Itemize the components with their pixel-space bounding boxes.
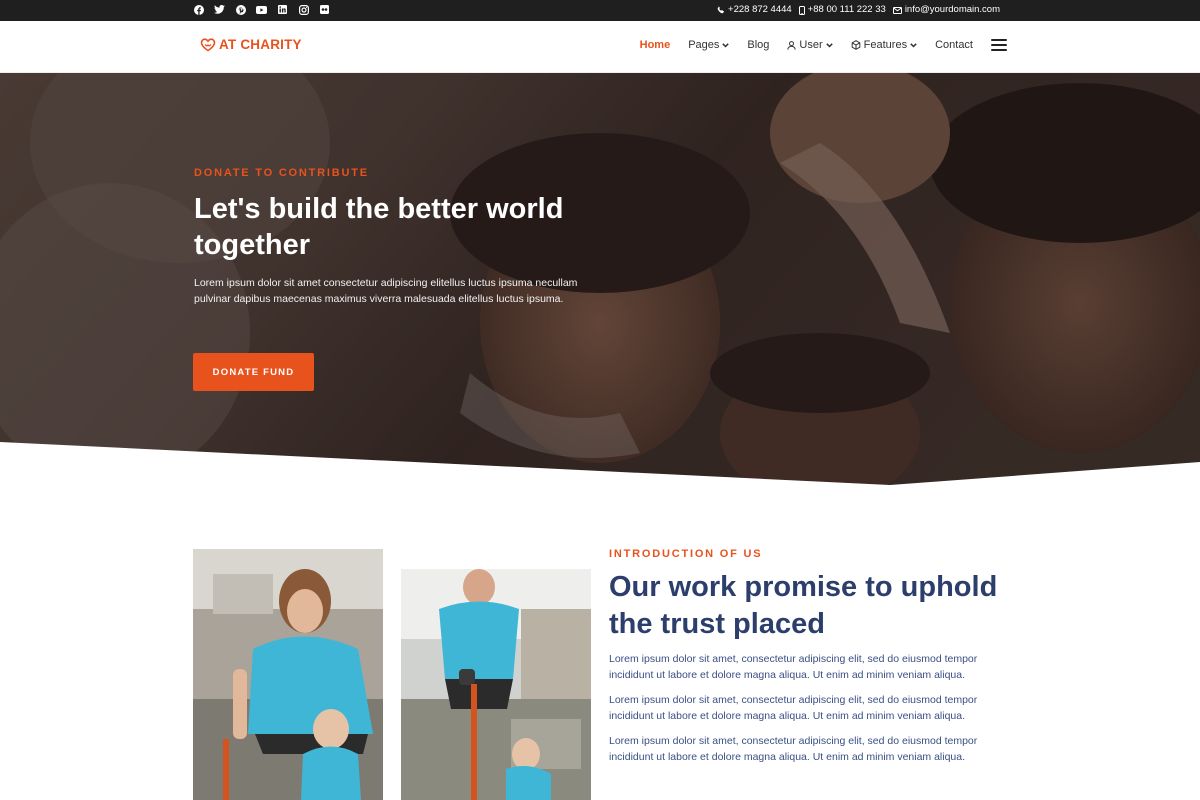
- contact-info: +228 872 4444 +88 00 111 222 33 info@you…: [717, 4, 1000, 16]
- phone-icon: [717, 6, 724, 14]
- envelope-icon: [892, 6, 902, 14]
- hero-section: DONATE TO CONTRIBUTE Let's build the bet…: [0, 73, 1200, 485]
- mobile-icon: [798, 5, 805, 15]
- intro-paragraph: Lorem ipsum dolor sit amet, consectetur …: [609, 653, 978, 681]
- nav-user-label: User: [799, 39, 823, 51]
- chevron-down-icon: [910, 42, 917, 48]
- nav-home-label: Home: [639, 39, 671, 51]
- donate-fund-button[interactable]: DONATE FUND: [193, 353, 314, 391]
- flickr-icon[interactable]: [319, 4, 330, 15]
- user-icon: [787, 40, 797, 50]
- mobile-number: +88 00 111 222 33: [807, 4, 886, 15]
- hero-description: Lorem ipsum dolor sit amet consectetur a…: [194, 277, 578, 305]
- logo-text: AT CHARITY: [219, 37, 302, 52]
- facebook-icon[interactable]: [193, 4, 204, 15]
- phone-number: +228 872 4444: [728, 4, 792, 15]
- top-bar: +228 872 4444 +88 00 111 222 33 info@you…: [0, 0, 1200, 21]
- chevron-down-icon: [825, 42, 833, 48]
- phone-contact[interactable]: +228 872 4444: [717, 4, 792, 16]
- hero-eyebrow: DONATE TO CONTRIBUTE: [194, 167, 369, 179]
- email-address: info@yourdomain.com: [904, 4, 1000, 15]
- nav-pages-label: Pages: [688, 39, 720, 51]
- cube-icon: [851, 40, 860, 50]
- nav-blog-label: Blog: [747, 39, 770, 51]
- volunteer-photo-woman: [193, 549, 383, 800]
- nav-user[interactable]: User: [787, 39, 833, 51]
- heart-hands-logo-icon: [200, 37, 216, 51]
- intro-paragraph: Lorem ipsum dolor sit amet, consectetur …: [609, 735, 978, 763]
- youtube-icon[interactable]: [256, 4, 267, 15]
- twitter-icon[interactable]: [214, 4, 225, 15]
- intro-section: INTRODUCTION OF US Our work promise to u…: [609, 548, 1009, 765]
- hamburger-menu-icon[interactable]: [991, 39, 1007, 51]
- nav-blog[interactable]: Blog: [747, 39, 769, 51]
- pinterest-icon[interactable]: [235, 4, 246, 15]
- intro-paragraph: Lorem ipsum dolor sit amet, consectetur …: [609, 694, 978, 722]
- email-contact[interactable]: info@yourdomain.com: [892, 4, 1000, 16]
- social-links: [193, 4, 330, 15]
- nav-pages[interactable]: Pages: [688, 39, 730, 51]
- nav-features[interactable]: Features: [851, 39, 917, 51]
- intro-title: Our work promise to uphold the trust pla…: [609, 571, 998, 640]
- nav-contact-label: Contact: [935, 39, 973, 51]
- instagram-icon[interactable]: [298, 4, 309, 15]
- hero-content: DONATE TO CONTRIBUTE Let's build the bet…: [194, 167, 594, 307]
- hero-title: Let's build the better world together: [194, 193, 564, 261]
- mobile-contact[interactable]: +88 00 111 222 33: [798, 4, 886, 16]
- linkedin-icon[interactable]: [277, 4, 288, 15]
- nav-features-label: Features: [863, 39, 908, 51]
- nav-contact[interactable]: Contact: [935, 39, 973, 51]
- site-logo[interactable]: AT CHARITY: [200, 37, 302, 52]
- intro-eyebrow: INTRODUCTION OF US: [609, 548, 763, 560]
- main-navbar: AT CHARITY Home Pages Blog User Features…: [0, 21, 1200, 73]
- main-menu: Home Pages Blog User Features Contact: [640, 39, 1007, 51]
- volunteer-photo-man: [401, 569, 591, 800]
- hero-background-photo: [0, 73, 1200, 485]
- nav-home[interactable]: Home: [640, 39, 671, 51]
- chevron-down-icon: [722, 42, 730, 48]
